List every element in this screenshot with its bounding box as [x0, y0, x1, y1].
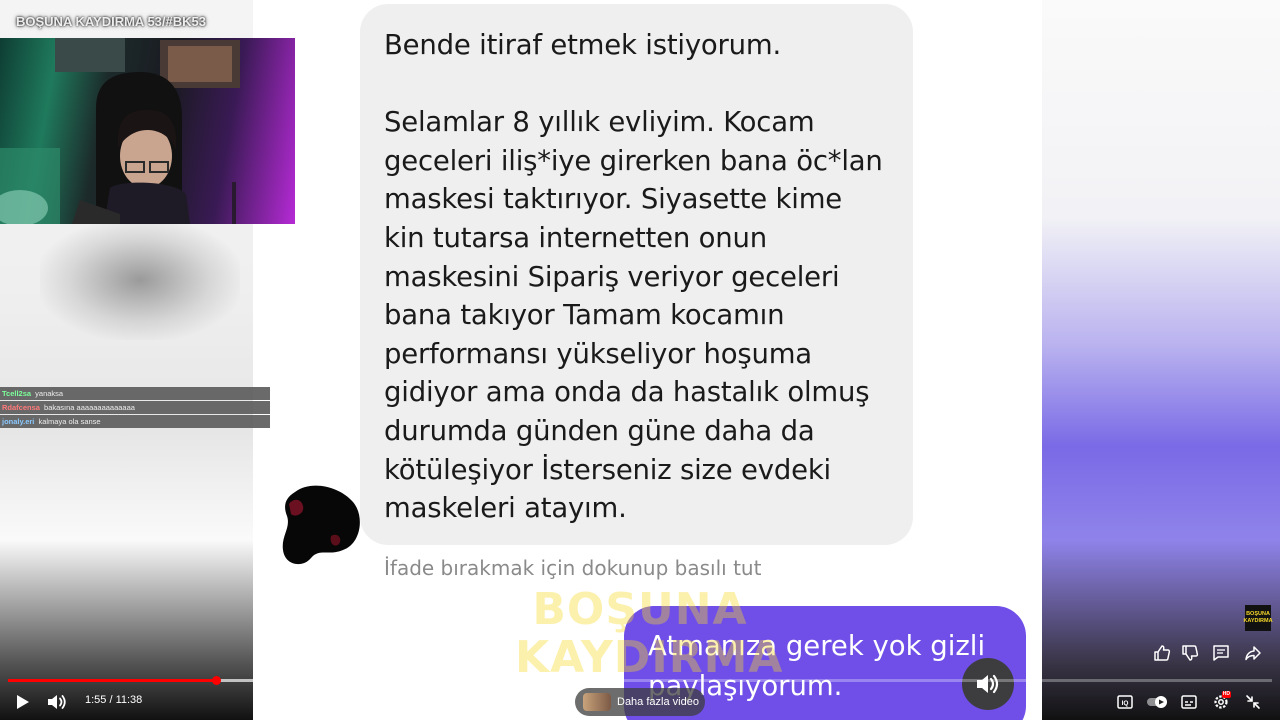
share-button[interactable] [1241, 641, 1265, 665]
more-videos-label: Daha fazla video [617, 696, 699, 708]
like-button[interactable] [1150, 641, 1174, 665]
incoming-message-text: Bende itiraf etmek istiyorum. Selamlar 8… [384, 29, 883, 525]
buffered-bar [216, 679, 280, 682]
webcam-scene [0, 38, 240, 224]
video-frame[interactable]: Bende itiraf etmek istiyorum. Selamlar 8… [0, 0, 1280, 720]
thumbs-up-icon [1154, 645, 1171, 661]
svg-text:IQ: IQ [1122, 700, 1129, 707]
played-bar [8, 679, 217, 682]
webcam-overlay [0, 38, 295, 224]
settings-button[interactable]: HD [1209, 690, 1233, 714]
sound-button[interactable] [962, 658, 1014, 710]
exit-fullscreen-button[interactable] [1241, 690, 1265, 714]
comment-icon [1213, 645, 1229, 661]
exit-fullscreen-icon [1246, 695, 1260, 709]
chat-username: jonaly.eri [2, 417, 35, 426]
chat-message: jonaly.eri kalmaya ola sanse [0, 415, 270, 428]
more-videos-button[interactable]: Daha fazla video [575, 688, 705, 716]
chat-text: bakasına aaaaaaaaaaaaaa [44, 403, 135, 412]
autoplay-toggle-icon [1147, 696, 1167, 708]
time-display: 1:55 / 11:38 [85, 694, 143, 706]
share-icon [1245, 646, 1261, 661]
chat-message: Rdafcensa bakasına aaaaaaaaaaaaaa [0, 401, 270, 414]
stream-chat-overlay: Tcell2sa yanaksa Rdafcensa bakasına aaaa… [0, 387, 270, 429]
play-icon [17, 695, 29, 709]
chat-text: yanaksa [35, 389, 64, 398]
comments-button[interactable] [1209, 641, 1233, 665]
chat-text: kalmaya ola sanse [38, 417, 101, 426]
dislike-button[interactable] [1178, 641, 1202, 665]
progress-bar[interactable] [8, 676, 1272, 685]
stream-title: BOŞUNA KAYDIRMA 53/#BK53 [16, 14, 206, 29]
censored-avatar [282, 485, 360, 565]
volume-icon [48, 695, 66, 709]
scrubber-handle[interactable] [211, 676, 221, 685]
reaction-hint-text: İfade bırakmak için dokunup basılı tut [384, 556, 762, 580]
left-blur-shape [40, 220, 240, 340]
channel-badge[interactable]: BOŞUNA KAYDIRMA [1243, 605, 1273, 631]
more-videos-thumbnail [583, 693, 611, 711]
play-button[interactable] [10, 690, 34, 714]
miniplayer-icon: IQ [1117, 695, 1133, 709]
chat-username: Rdafcensa [2, 403, 40, 412]
miniplayer-button[interactable]: IQ [1113, 690, 1137, 714]
thumbs-down-icon [1182, 645, 1199, 661]
chat-username: Tcell2sa [2, 389, 32, 398]
volume-button[interactable] [44, 690, 68, 714]
autoplay-toggle[interactable] [1145, 690, 1171, 714]
chat-message: Tcell2sa yanaksa [0, 387, 270, 400]
chat-screenshot: Bende itiraf etmek istiyorum. Selamlar 8… [253, 0, 1042, 720]
incoming-message-bubble: Bende itiraf etmek istiyorum. Selamlar 8… [360, 4, 913, 545]
subtitles-button[interactable] [1177, 690, 1201, 714]
speaker-icon [977, 674, 999, 694]
subtitles-icon [1181, 695, 1197, 709]
quality-badge: HD [1221, 691, 1231, 698]
